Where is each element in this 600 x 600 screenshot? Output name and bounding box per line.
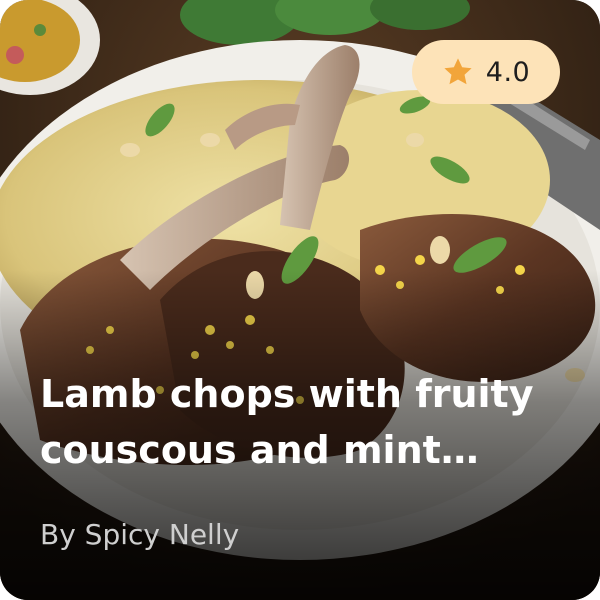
recipe-title[interactable]: Lamb chops with fruity couscous and mint…	[40, 366, 570, 478]
rating-value: 4.0	[485, 56, 531, 88]
recipe-card[interactable]: 4.0 Lamb chops with fruity couscous and …	[0, 0, 600, 600]
rating-badge: 4.0	[412, 40, 560, 104]
star-icon	[444, 58, 472, 85]
recipe-author[interactable]: By Spicy Nelly	[40, 518, 239, 551]
